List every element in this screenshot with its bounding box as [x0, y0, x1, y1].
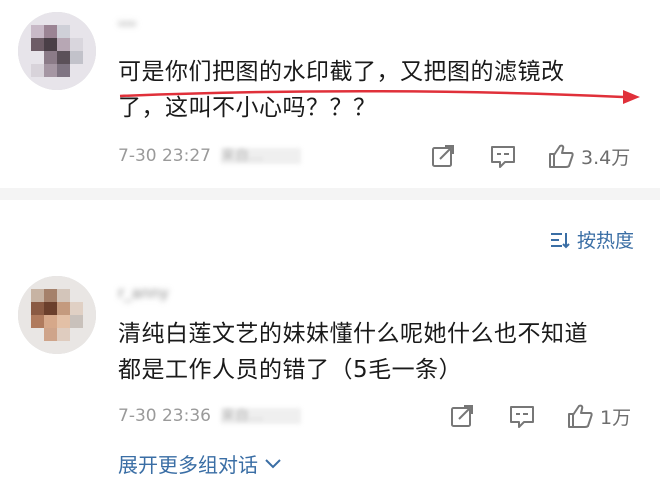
comment-line: 清纯白莲文艺的妹妹懂什么呢她什么也不知道: [118, 321, 588, 347]
expand-conversation-link[interactable]: 展开更多组对话: [118, 449, 282, 478]
like-count: 1万: [600, 406, 632, 429]
divider: [0, 188, 660, 200]
comment-meta: 7-30 23:36 来自…: [118, 401, 301, 431]
chevron-down-icon: [265, 458, 281, 468]
comment-meta: 7-30 23:27 来自…: [118, 141, 301, 171]
comment-icon: [510, 406, 534, 428]
avatar[interactable]: [18, 12, 96, 90]
share-icon: [451, 405, 473, 427]
avatar[interactable]: [18, 276, 96, 354]
like-button[interactable]: 3.4万: [547, 141, 630, 171]
like-button[interactable]: 1万: [566, 401, 631, 431]
expand-label: 展开更多组对话: [118, 453, 258, 477]
source-label: 来自…: [220, 408, 301, 424]
username[interactable]: r_anny: [118, 284, 169, 306]
sort-button[interactable]: 按热度: [549, 226, 634, 253]
share-icon: [432, 145, 454, 167]
sort-label: 按热度: [576, 230, 634, 252]
comment-text: 清纯白莲文艺的妹妹懂什么呢她什么也不知道 都是工作人员的错了（5毛一条）: [118, 316, 648, 388]
like-icon: [568, 404, 593, 428]
timestamp: 7-30 23:36: [118, 406, 211, 426]
reply-button[interactable]: [508, 401, 536, 431]
share-button[interactable]: [449, 401, 475, 431]
username[interactable]: ᵤᵤᵤ: [118, 12, 136, 34]
like-icon: [549, 144, 574, 168]
share-button[interactable]: [430, 141, 456, 171]
like-count: 3.4万: [581, 146, 631, 169]
comment-line: 都是工作人员的错了（5毛一条）: [118, 357, 463, 383]
timestamp: 7-30 23:27: [118, 146, 211, 166]
source-label: 来自…: [220, 148, 301, 164]
reply-button[interactable]: [489, 141, 517, 171]
sort-icon: [550, 232, 570, 248]
arrow-icon: [119, 90, 640, 104]
comment-icon: [491, 146, 515, 168]
